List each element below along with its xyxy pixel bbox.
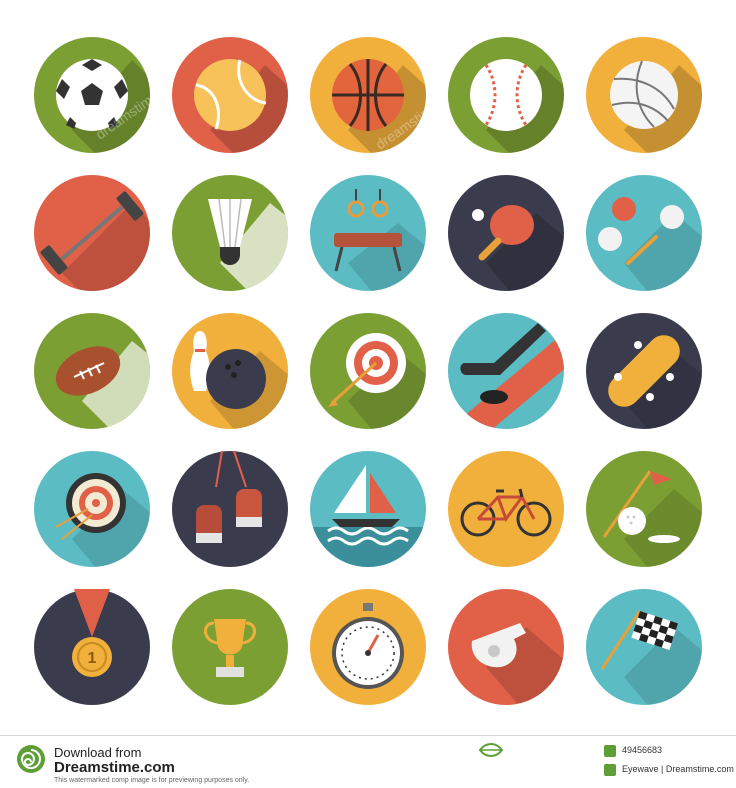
checkered-flag-icon: [586, 589, 702, 705]
id-badge-icon: [604, 745, 616, 757]
hockey-stick-icon: [448, 313, 564, 429]
volleyball-icon: [586, 37, 702, 153]
trophy-icon: [172, 589, 288, 705]
dreamstime-logo-icon: [17, 745, 45, 773]
ping-pong-paddle-icon: [448, 175, 564, 291]
boxing-gloves-background: [172, 451, 288, 567]
download-from-label: Download from: [54, 745, 142, 760]
barbell-icon: [34, 175, 150, 291]
footer-left: Download from Dreamstime.com This waterm…: [16, 742, 376, 784]
american-football-icon: [34, 313, 150, 429]
soccer-ball-icon: [34, 37, 150, 153]
archery-target-icon: [310, 313, 426, 429]
stopwatch-icon: [310, 589, 426, 705]
medal-icon: 1: [34, 589, 150, 705]
golf-icon: [586, 451, 702, 567]
copyright-icon: [604, 764, 616, 776]
medal-number: 1: [88, 650, 97, 667]
preview-disclaimer: This watermarked comp image is for previ…: [54, 777, 250, 784]
tennis-ball-icon: [172, 37, 288, 153]
leaf-icon: [478, 743, 504, 757]
dreamstime-site-link[interactable]: Dreamstime.com: [54, 759, 175, 776]
boxing-gloves-icon: [172, 450, 288, 567]
skateboard-icon: [586, 313, 702, 429]
sailboat-icon: [310, 451, 426, 567]
bicycle-icon: [448, 451, 564, 567]
baseball-icon: [448, 37, 564, 153]
dreamstime-footer: Download from Dreamstime.com This waterm…: [0, 735, 736, 788]
footer-right: 49456683 Eyewave | Dreamstime.com: [604, 742, 734, 782]
sports-icons-grid: 1 dreamstime dreamstime: [34, 37, 702, 705]
bowling-icon: [172, 313, 288, 429]
shuttlecock-icon: [172, 175, 288, 291]
author-credit: Eyewave | Dreamstime.com: [622, 764, 734, 774]
whistle-icon: [448, 589, 564, 705]
billiards-icon: [586, 175, 702, 291]
dartboard-icon: [34, 451, 150, 567]
gymnastics-rings-icon: [310, 175, 426, 291]
image-id: 49456683: [622, 745, 663, 755]
